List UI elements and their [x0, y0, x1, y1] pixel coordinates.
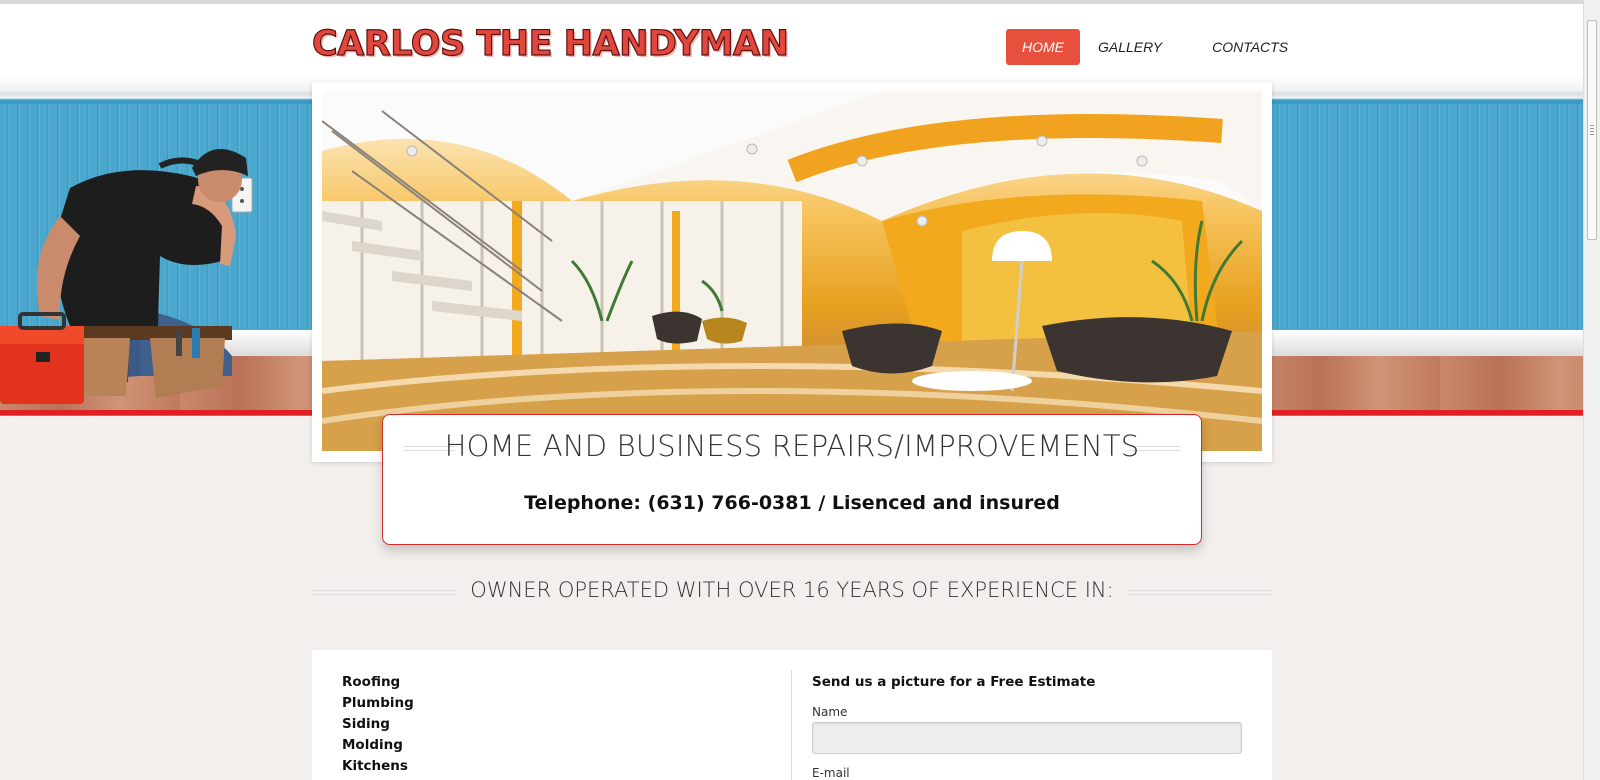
nav-gallery[interactable]: GALLERY [1082, 29, 1178, 65]
nav-contacts[interactable]: CONTACTS [1196, 29, 1304, 65]
experience-heading: OWNER OPERATED WITH OVER 16 YEARS OF EXP… [312, 578, 1272, 608]
handyman-illustration [0, 149, 253, 404]
experience-heading-text: OWNER OPERATED WITH OVER 16 YEARS OF EXP… [470, 578, 1114, 602]
email-label: E-mail [812, 766, 850, 780]
site-logo[interactable]: CARLOS THE HANDYMAN [311, 23, 789, 64]
content-panel: Roofing Plumbing Siding Molding Kitchens… [312, 650, 1272, 780]
service-item: Roofing [342, 674, 401, 690]
panel-divider [791, 670, 792, 780]
page-scrollbar[interactable] [1583, 0, 1600, 780]
services-callout: HOME AND BUSINESS REPAIRS/IMPROVEMENTS T… [382, 414, 1202, 545]
service-item: Siding [342, 716, 390, 732]
scrollbar-thumb[interactable] [1587, 20, 1597, 240]
services-list: Roofing Plumbing Siding Molding Kitchens [342, 672, 414, 777]
nav-home[interactable]: HOME [1006, 29, 1080, 65]
scrollbar-grip-icon [1590, 125, 1594, 137]
estimate-form-title: Send us a picture for a Free Estimate [812, 674, 1096, 690]
callout-phone: Telephone: (631) 766-0381 / Lisenced and… [524, 492, 1060, 514]
interior-photo-illustration [322, 91, 1262, 451]
hero-photo [322, 91, 1262, 451]
service-item: Plumbing [342, 695, 414, 711]
service-item: Molding [342, 737, 403, 753]
estimate-form: Send us a picture for a Free Estimate Na… [812, 672, 1242, 780]
name-field[interactable] [812, 722, 1242, 754]
main-nav: HOME GALLERY CONTACTS [1006, 29, 1308, 65]
callout-title: HOME AND BUSINESS REPAIRS/IMPROVEMENTS [444, 429, 1140, 463]
site-header: CARLOS THE HANDYMAN HOME GALLERY CONTACT… [0, 4, 1583, 76]
name-label: Name [812, 705, 848, 719]
service-item: Kitchens [342, 758, 408, 774]
hero-slider [312, 82, 1272, 462]
